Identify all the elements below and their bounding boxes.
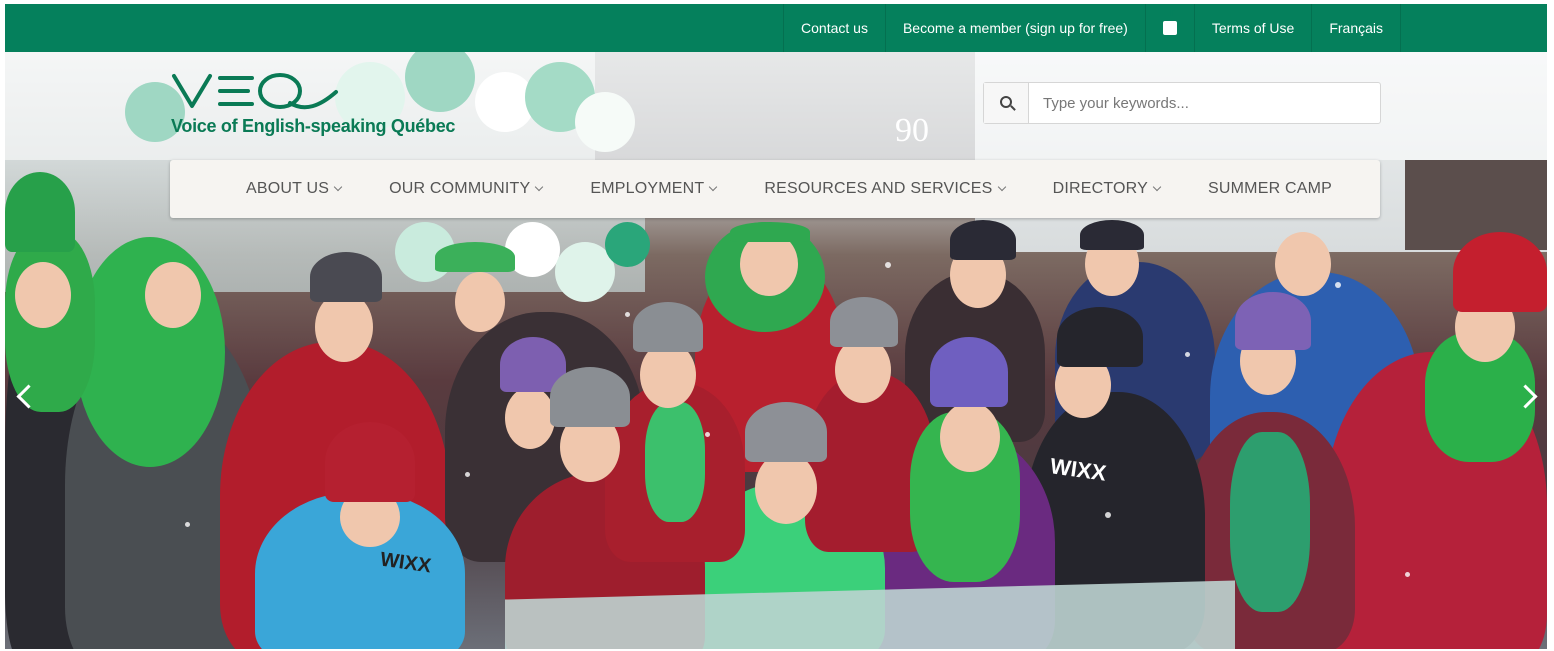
top-links: Contact us Become a member (sign up for … xyxy=(783,4,1401,52)
knit-hat xyxy=(550,367,630,427)
nav-item-summer-camp[interactable]: SUMMER CAMP xyxy=(1208,180,1332,198)
green-scarf xyxy=(645,402,705,522)
nav-item-our-community[interactable]: OUR COMMUNITY xyxy=(389,180,544,198)
contact-us-link[interactable]: Contact us xyxy=(783,4,885,52)
face xyxy=(1275,232,1331,296)
chevron-down-icon xyxy=(333,182,343,192)
snowflake xyxy=(465,472,470,477)
logo-text: Voice of English-speaking Québec xyxy=(171,116,456,136)
nav-label: SUMMER CAMP xyxy=(1208,180,1332,197)
snowflake xyxy=(1185,352,1190,357)
snowflake xyxy=(705,432,710,437)
snowflake xyxy=(185,522,190,527)
knit-hat xyxy=(1057,307,1143,367)
face xyxy=(755,452,817,524)
top-utility-bar: Contact us Become a member (sign up for … xyxy=(5,4,1547,52)
language-link[interactable]: Français xyxy=(1311,4,1401,52)
nav-label: OUR COMMUNITY xyxy=(389,180,531,197)
snowflake xyxy=(1405,572,1410,577)
snowflake xyxy=(625,312,630,317)
knit-hat xyxy=(1453,232,1547,312)
search-button[interactable] xyxy=(984,83,1029,123)
knit-hat xyxy=(745,402,827,462)
green-hat xyxy=(730,222,810,242)
main-navigation: ABOUT US OUR COMMUNITY EMPLOYMENT RESOUR… xyxy=(170,160,1380,218)
knit-hat xyxy=(1080,220,1144,250)
nav-label: ABOUT US xyxy=(246,180,330,197)
face xyxy=(315,292,373,362)
veq-logo-mark xyxy=(172,73,338,110)
snowflake xyxy=(885,262,891,268)
nav-item-resources-and-services[interactable]: RESOURCES AND SERVICES xyxy=(764,180,1006,198)
nav-label: RESOURCES AND SERVICES xyxy=(764,180,993,197)
chevron-down-icon xyxy=(535,182,544,192)
green-hat xyxy=(435,242,515,272)
green-wig xyxy=(75,237,225,467)
face xyxy=(505,387,555,449)
nav-label: DIRECTORY xyxy=(1052,180,1149,197)
knit-hat xyxy=(1235,292,1311,350)
face xyxy=(455,272,505,332)
search-box xyxy=(983,82,1381,124)
nav-label: EMPLOYMENT xyxy=(590,180,705,197)
terms-of-use-link[interactable]: Terms of Use xyxy=(1193,4,1311,52)
green-hat xyxy=(5,172,75,252)
green-boa xyxy=(1230,432,1310,612)
snowflake xyxy=(1335,282,1341,288)
search-input[interactable] xyxy=(1029,83,1380,123)
chevron-down-icon xyxy=(709,182,718,192)
chevron-down-icon xyxy=(997,182,1006,192)
facebook-icon xyxy=(1162,4,1177,37)
become-member-link[interactable]: Become a member (sign up for free) xyxy=(884,4,1145,52)
face xyxy=(940,402,1000,472)
knit-hat xyxy=(310,252,382,302)
hero-carousel: 90 xyxy=(5,52,1547,649)
snowflake xyxy=(1105,512,1111,518)
knit-hat xyxy=(930,337,1008,407)
knit-hat xyxy=(950,220,1016,260)
site-logo[interactable]: Voice of English-speaking Québec xyxy=(170,70,470,140)
balloon xyxy=(605,222,650,267)
knit-hat xyxy=(830,297,898,347)
nav-item-employment[interactable]: EMPLOYMENT xyxy=(590,180,718,198)
nav-item-directory[interactable]: DIRECTORY xyxy=(1052,180,1162,198)
nav-item-about-us[interactable]: ABOUT US xyxy=(246,180,343,198)
chevron-down-icon xyxy=(1152,182,1162,192)
face xyxy=(15,262,71,328)
facebook-link[interactable] xyxy=(1144,4,1194,52)
knit-hat xyxy=(633,302,703,352)
face xyxy=(145,262,201,328)
knit-hat xyxy=(325,422,415,502)
page-frame: Contact us Become a member (sign up for … xyxy=(5,4,1547,649)
